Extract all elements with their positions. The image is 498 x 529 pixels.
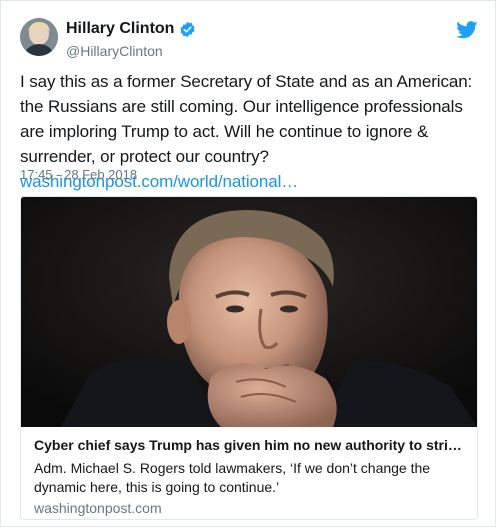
tweet-timestamp[interactable]: 17:45 - 28 Feb 2018 bbox=[20, 167, 137, 182]
verified-badge-icon bbox=[179, 21, 196, 38]
author-handle[interactable]: @HillaryClinton bbox=[66, 43, 163, 59]
avatar[interactable] bbox=[20, 18, 58, 56]
tweet-text: I say this as a former Secretary of Stat… bbox=[20, 72, 473, 166]
author-name[interactable]: Hillary Clinton bbox=[66, 20, 174, 38]
card-domain[interactable]: washingtonpost.com bbox=[34, 500, 162, 516]
link-card[interactable]: Cyber chief says Trump has given him no … bbox=[20, 196, 478, 520]
tweet-container: Hillary Clinton @HillaryClinton I say th… bbox=[0, 0, 496, 527]
card-body[interactable]: Cyber chief says Trump has given him no … bbox=[21, 427, 477, 519]
card-description: Adm. Michael S. Rogers told lawmakers, ‘… bbox=[34, 460, 431, 495]
card-title[interactable]: Cyber chief says Trump has given him no … bbox=[34, 437, 474, 453]
twitter-bird-icon[interactable] bbox=[456, 21, 478, 39]
card-image[interactable] bbox=[21, 197, 477, 427]
author-name-row[interactable]: Hillary Clinton bbox=[66, 20, 196, 38]
